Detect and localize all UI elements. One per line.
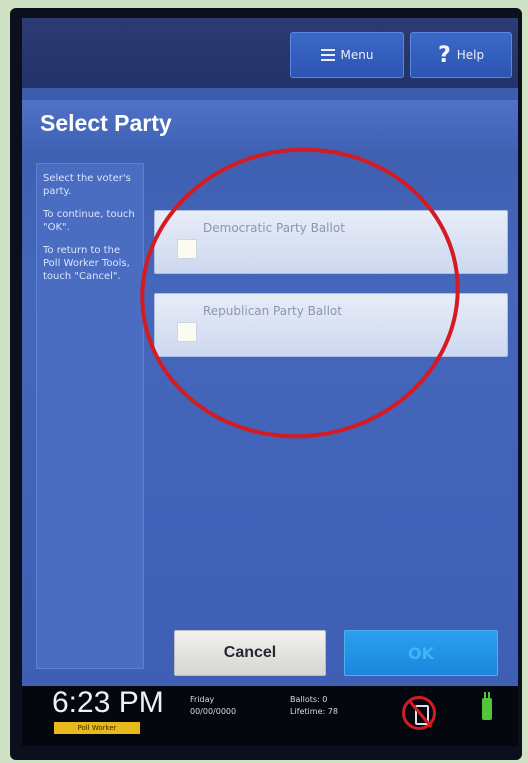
red-circle-annotation — [121, 127, 479, 459]
page-title: Select Party — [40, 110, 172, 136]
lifetime-row: Lifetime: 78 — [290, 706, 338, 718]
status-bar: 6:23 PM Poll Worker Friday 00/00/0000 Ba… — [22, 686, 518, 746]
top-bar: Menu ? Help — [22, 18, 518, 88]
instruction-return: To return to the Poll Worker Tools, touc… — [43, 245, 130, 282]
menu-button[interactable]: Menu — [290, 32, 404, 78]
lifetime-value: 78 — [327, 707, 338, 716]
ballot-count-block: Ballots: 0 Lifetime: 78 — [290, 694, 338, 718]
voting-screen: Menu ? Help Select Party Select the vote… — [22, 18, 518, 686]
help-button[interactable]: ? Help — [410, 32, 512, 78]
instruction-continue: To continue, touch "OK". — [43, 209, 135, 233]
lifetime-label: Lifetime: — [290, 707, 326, 716]
instruction-select: Select the voter's party. — [43, 173, 131, 197]
no-phone-icon — [402, 696, 436, 730]
day-text: Friday — [190, 695, 215, 704]
clock-time: 6:23 PM — [52, 686, 164, 719]
date-text: 00/00/0000 — [190, 707, 237, 716]
ok-button[interactable]: OK — [344, 630, 498, 676]
help-label: Help — [456, 48, 485, 62]
question-mark-icon: ? — [437, 42, 451, 68]
instructions-panel: Select the voter's party. To continue, t… — [36, 163, 144, 669]
ballots-value: 0 — [322, 695, 328, 704]
cancel-button[interactable]: Cancel — [174, 630, 326, 676]
ballots-label: Ballots: — [290, 695, 320, 704]
power-plug-icon — [482, 692, 492, 720]
menu-icon — [320, 49, 335, 61]
mode-badge: Poll Worker — [54, 722, 140, 734]
ballots-row: Ballots: 0 — [290, 694, 338, 706]
menu-label: Menu — [340, 48, 374, 62]
title-bar: Select Party — [22, 100, 518, 150]
date-block: Friday 00/00/0000 — [190, 694, 236, 718]
